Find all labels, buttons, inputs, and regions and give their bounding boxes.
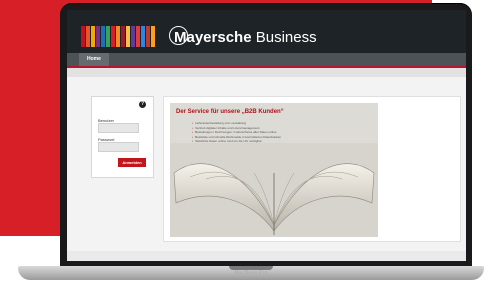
- logo-bar: [111, 26, 115, 47]
- logo-bar: [136, 26, 140, 47]
- user-input[interactable]: [98, 123, 139, 133]
- open-book-image: [170, 143, 378, 237]
- password-input[interactable]: [98, 142, 139, 152]
- logo-bar: [151, 26, 155, 47]
- brand-name-rest: Business: [251, 29, 317, 46]
- logo-bar: [91, 26, 95, 47]
- hero-bullet: Bestellungen / Rechnungen / Lieferschein…: [192, 130, 281, 135]
- site-header: Mayersche Business: [67, 10, 466, 53]
- logo-bar: [86, 26, 90, 47]
- hero-title: Der Service für unsere „B2B Kunden“: [176, 109, 284, 115]
- sub-navbar: [67, 68, 466, 77]
- page-footer: [67, 251, 466, 261]
- main-navbar: Home: [67, 53, 466, 66]
- logo-bar: [131, 26, 135, 47]
- question-circle-icon[interactable]: ?: [139, 101, 146, 108]
- login-box: ? Benutzer Passwort Anmelden: [91, 96, 154, 178]
- laptop-model-label: MacBook Pro: [234, 270, 268, 276]
- logo-bar: [146, 26, 150, 47]
- hero-banner: Der Service für unsere „B2B Kunden“ Lief…: [170, 103, 378, 237]
- logo-bar: [81, 26, 85, 47]
- hero-bullet-list: Lieferantenbestellung und -verwaltung Ve…: [192, 121, 281, 144]
- logo-bar: [101, 26, 105, 47]
- logo-bar: [96, 26, 100, 47]
- brand-logo-bars: [81, 26, 155, 47]
- logo-bar: [116, 26, 120, 47]
- content-panel: Der Service für unsere „B2B Kunden“ Lief…: [163, 96, 461, 242]
- laptop-screen: Mayersche Business Home ? Benutzer Passw…: [67, 10, 466, 261]
- brand-name[interactable]: Mayersche Business: [174, 29, 317, 46]
- logo-bar: [121, 26, 125, 47]
- logo-bar: [126, 26, 130, 47]
- login-button[interactable]: Anmelden: [118, 158, 146, 167]
- logo-bar: [106, 26, 110, 47]
- brand-name-bold: Mayersche: [174, 29, 252, 46]
- nav-tab-home[interactable]: Home: [79, 53, 109, 66]
- logo-bar: [141, 26, 145, 47]
